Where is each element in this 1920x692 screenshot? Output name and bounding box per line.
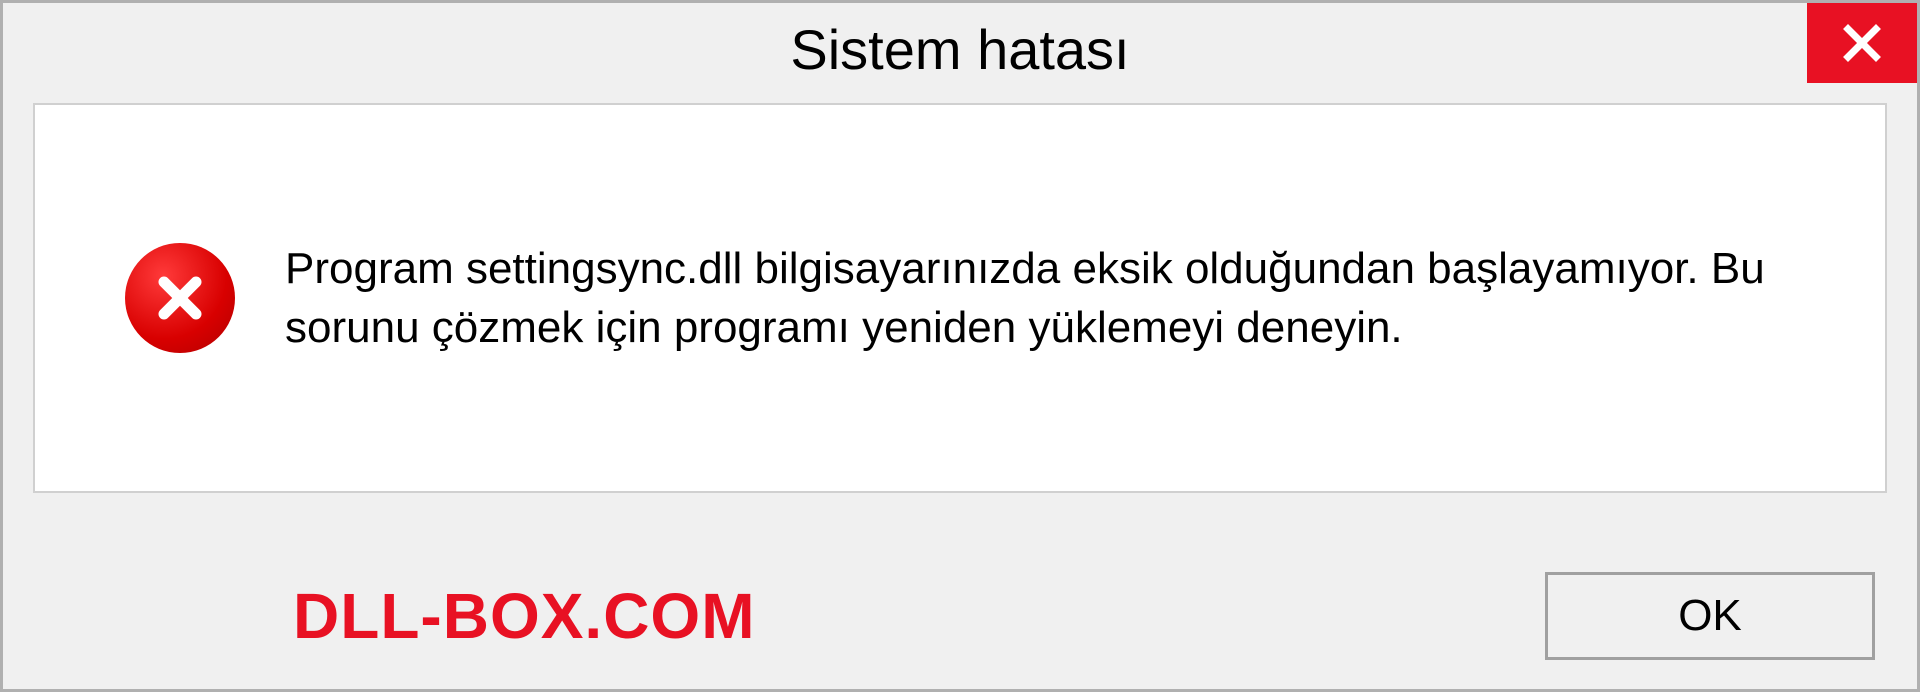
- error-message: Program settingsync.dll bilgisayarınızda…: [285, 239, 1835, 358]
- error-icon-wrap: [125, 243, 235, 353]
- footer: DLL-BOX.COM OK: [3, 571, 1917, 661]
- ok-button[interactable]: OK: [1545, 572, 1875, 660]
- content-panel: Program settingsync.dll bilgisayarınızda…: [33, 103, 1887, 493]
- watermark-text: DLL-BOX.COM: [293, 579, 756, 653]
- error-dialog: Sistem hatası Program settingsync.dll bi…: [0, 0, 1920, 692]
- dialog-title: Sistem hatası: [790, 17, 1129, 82]
- error-icon: [125, 243, 235, 353]
- titlebar: Sistem hatası: [3, 3, 1917, 95]
- close-button[interactable]: [1807, 3, 1917, 83]
- close-icon: [1842, 23, 1882, 63]
